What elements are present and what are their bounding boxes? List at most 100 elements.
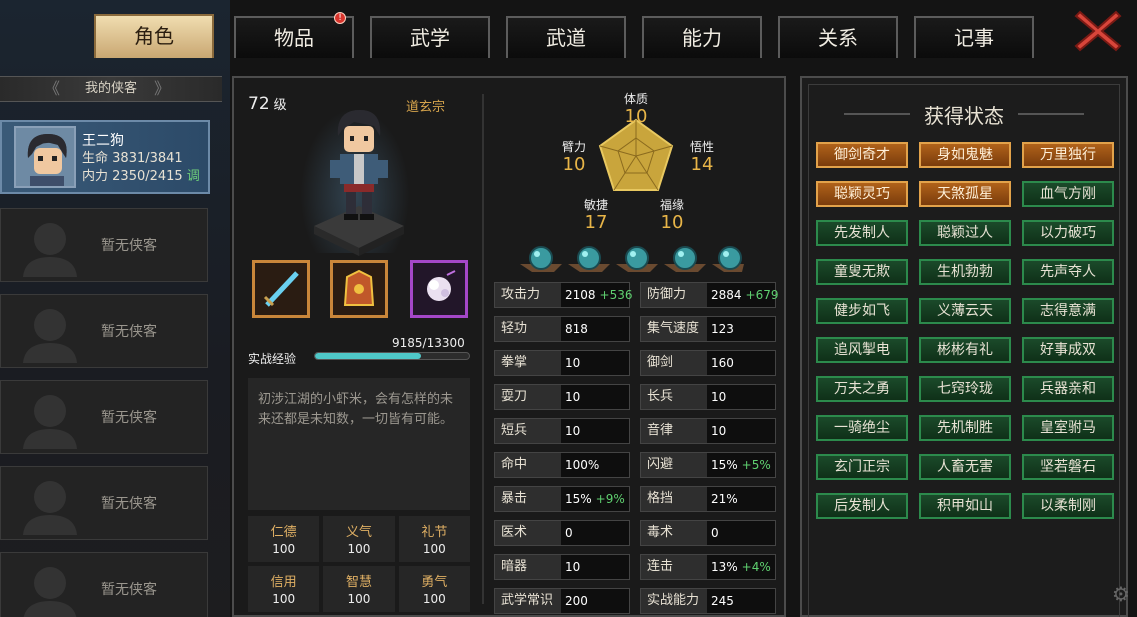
stat-value-row: 160	[711, 351, 734, 375]
stat-value-row: 10	[565, 351, 580, 375]
chevron-right-icon[interactable]: 》	[154, 77, 170, 101]
xp-progress-bar	[314, 352, 470, 360]
hero-card[interactable]: 王二狗 生命 3831/3841 内力 2350/2415 调	[0, 120, 210, 194]
adjust-button[interactable]: 调	[187, 169, 200, 184]
close-button[interactable]	[1074, 8, 1122, 54]
accessory-slot[interactable]	[410, 260, 468, 318]
status-tag[interactable]: 七窍玲珑	[919, 376, 1011, 402]
stat-value-row: 123	[711, 317, 734, 341]
empty-hero-slot[interactable]: 暂无侠客	[0, 208, 208, 282]
stat-cell: 闪避 15% +5%	[640, 452, 776, 478]
armor-slot[interactable]	[330, 260, 388, 318]
tab-character[interactable]: 角色	[94, 14, 214, 58]
tab-abilities[interactable]: 能力	[642, 16, 762, 58]
stat-cell: 御剑 160	[640, 350, 776, 376]
stat-label: 拳掌	[495, 351, 561, 375]
status-tag[interactable]: 人畜无害	[919, 454, 1011, 480]
tab-label: 物品	[274, 26, 314, 50]
virtue-name: 信用	[270, 575, 297, 590]
character-sprite-icon	[314, 110, 404, 256]
tab-label: 能力	[682, 26, 722, 50]
stat-value-row: 10	[565, 419, 580, 443]
stat-value: 13%	[711, 560, 738, 574]
empty-hero-slot[interactable]: 暂无侠客	[0, 552, 208, 617]
status-panel-title: 获得状态	[802, 100, 1126, 129]
stat-label: 命中	[495, 453, 561, 477]
virtues-grid: 仁德 100 义气 100 礼节 100 信用 100 智慧 100 勇气 100	[248, 516, 470, 612]
empty-hero-slot[interactable]: 暂无侠客	[0, 380, 208, 454]
status-tag[interactable]: 以柔制刚	[1022, 493, 1114, 519]
tab-journal[interactable]: 记事	[914, 16, 1034, 58]
tab-label: 记事	[954, 26, 994, 50]
sidebar-header-label: 我的侠客	[84, 81, 137, 96]
status-tag[interactable]: 健步如飞	[816, 298, 908, 324]
empty-hero-slot[interactable]: 暂无侠客	[0, 294, 208, 368]
stat-value: 123	[711, 322, 734, 336]
status-tag[interactable]: 以力破巧	[1022, 220, 1114, 246]
stat-label: 轻功	[495, 317, 561, 341]
status-tag[interactable]: 先声夺人	[1022, 259, 1114, 285]
status-tag[interactable]: 天煞孤星	[919, 181, 1011, 207]
status-tag[interactable]: 生机勃勃	[919, 259, 1011, 285]
status-tag[interactable]: 义薄云天	[919, 298, 1011, 324]
chevron-left-icon[interactable]: 《	[44, 77, 60, 101]
virtue-name: 礼节	[421, 525, 448, 540]
stat-label: 攻击力	[495, 283, 561, 307]
tab-items[interactable]: 物品 !	[234, 12, 354, 58]
status-tag[interactable]: 彬彬有礼	[919, 337, 1011, 363]
stat-cell: 音律 10	[640, 418, 776, 444]
status-tag[interactable]: 好事成双	[1022, 337, 1114, 363]
status-tag[interactable]: 万夫之勇	[816, 376, 908, 402]
status-tag[interactable]: 先机制胜	[919, 415, 1011, 441]
status-tag[interactable]: 兵器亲和	[1022, 376, 1114, 402]
virtue-name: 仁德	[270, 525, 297, 540]
stat-label: 武学常识	[495, 589, 561, 613]
xp-label: 实战经验	[248, 352, 297, 366]
silhouette-icon	[23, 567, 77, 617]
silhouette-icon	[23, 309, 77, 363]
attr-value: 14	[690, 154, 714, 175]
tab-martial-way[interactable]: 武道	[506, 16, 626, 58]
empty-hero-slot[interactable]: 暂无侠客	[0, 466, 208, 540]
status-tag[interactable]: 身如鬼魅	[919, 142, 1011, 168]
stat-cell: 防御力 2884 +679	[640, 282, 779, 308]
tab-martial-arts[interactable]: 武学	[370, 16, 490, 58]
status-tag[interactable]: 一骑绝尘	[816, 415, 908, 441]
attr-label: 福缘	[659, 198, 684, 212]
status-tag[interactable]: 血气方刚	[1022, 181, 1114, 207]
virtue-value: 100	[422, 592, 446, 606]
silhouette-icon	[23, 223, 77, 277]
stat-value-row: 2108 +536	[565, 283, 633, 307]
status-tag[interactable]: 聪颖过人	[919, 220, 1011, 246]
status-tag[interactable]: 积甲如山	[919, 493, 1011, 519]
hp-value: 3831/3841	[112, 151, 183, 166]
status-tag[interactable]: 聪颖灵巧	[816, 181, 908, 207]
empty-slot-label: 暂无侠客	[101, 582, 157, 598]
stat-value: 100%	[565, 458, 600, 472]
stat-label: 耍刀	[495, 385, 561, 409]
attr-comprehension: 悟性 14	[672, 138, 732, 175]
status-tag[interactable]: 皇室驸马	[1022, 415, 1114, 441]
status-tag[interactable]: 童叟无欺	[816, 259, 908, 285]
tab-relations[interactable]: 关系	[778, 16, 898, 58]
status-tag[interactable]: 坚若磐石	[1022, 454, 1114, 480]
stat-cell: 实战能力 245	[640, 588, 776, 614]
status-tag[interactable]: 御剑奇才	[816, 142, 908, 168]
status-tag[interactable]: 后发制人	[816, 493, 908, 519]
stat-value-row: 818	[565, 317, 588, 341]
stat-value: 15%	[565, 492, 592, 506]
virtue-name: 义气	[345, 525, 372, 540]
status-tag[interactable]: 玄门正宗	[816, 454, 908, 480]
status-tag[interactable]: 万里独行	[1022, 142, 1114, 168]
stat-value-row: 21%	[711, 487, 738, 511]
status-tag[interactable]: 志得意满	[1022, 298, 1114, 324]
hero-info: 王二狗 生命 3831/3841 内力 2350/2415 调	[82, 132, 200, 186]
stat-value: 10	[711, 390, 727, 404]
stat-bonus: +4%	[741, 560, 771, 574]
status-tag[interactable]: 先发制人	[816, 220, 908, 246]
status-tag[interactable]: 追风掣电	[816, 337, 908, 363]
virtue-cell: 礼节 100	[398, 516, 470, 562]
weapon-slot[interactable]	[252, 260, 310, 318]
gear-icon[interactable]: ⚙	[1112, 582, 1130, 606]
stat-cell: 长兵 10	[640, 384, 776, 410]
